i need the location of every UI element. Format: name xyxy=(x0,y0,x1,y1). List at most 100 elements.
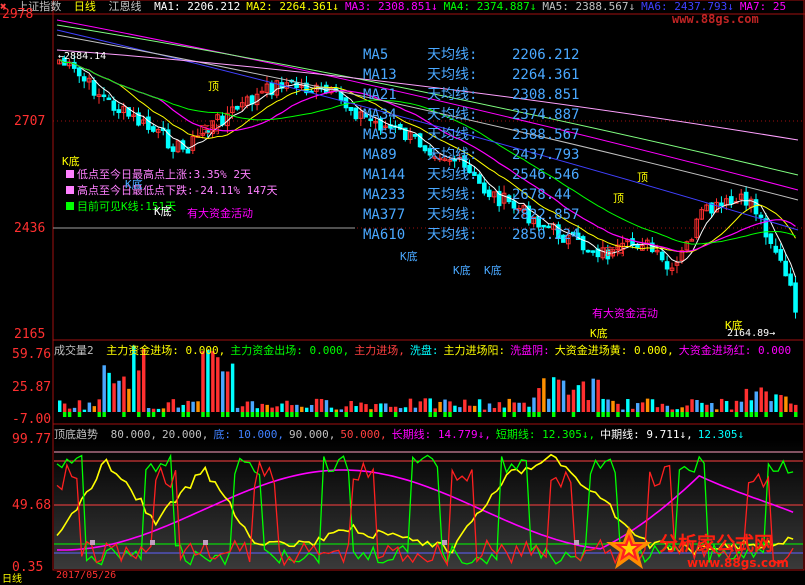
volume-bar xyxy=(739,401,744,412)
volume-bar xyxy=(552,377,556,412)
trend-marker xyxy=(442,540,447,545)
trend-panel-title[interactable]: 顶底趋势 xyxy=(54,428,98,441)
price-axis-upper: 2707 xyxy=(14,114,46,129)
candle-body xyxy=(116,109,122,114)
volume-bar xyxy=(305,407,309,412)
ma-row: MA13 天均线: 2264.361 xyxy=(363,65,579,85)
volume-flag xyxy=(146,412,151,417)
volume-bar xyxy=(344,406,348,412)
volume-bar xyxy=(201,351,205,412)
ma-name: MA34 xyxy=(363,107,397,123)
volume-bar xyxy=(388,406,393,412)
volume-flag xyxy=(275,412,279,417)
trend-panel-header: 顶底趋势 80.000, 20.000, 底: 10.000, 90.000, 50.0… xyxy=(54,426,749,442)
volume-bar xyxy=(744,388,749,412)
volume-flag xyxy=(250,412,255,417)
volume-bar xyxy=(675,409,679,412)
trend-marker xyxy=(203,540,208,545)
panel-legend-item: 洗盘阴: xyxy=(510,344,550,357)
volume-bar xyxy=(759,387,763,412)
volume-bar xyxy=(339,409,344,412)
panel-legend-item: 大资金进场黄: 0.000, xyxy=(554,344,674,357)
candle-body xyxy=(348,107,354,111)
footer-date: 2017/05/26 xyxy=(56,570,117,581)
candle-body xyxy=(778,249,784,261)
volume-bar xyxy=(216,357,220,412)
volume-bar xyxy=(635,403,640,412)
volume-bar xyxy=(492,407,497,412)
volume-bar xyxy=(235,407,240,412)
volume-bar xyxy=(487,403,492,412)
volume-bar xyxy=(754,391,758,412)
candle-body xyxy=(664,261,670,270)
volume-bar xyxy=(384,403,388,412)
volume-panel-title[interactable]: 成交量2 xyxy=(54,344,94,357)
panel-legend-item: 主力资金出场: 0.000, xyxy=(230,344,350,357)
volume-bar xyxy=(468,405,472,412)
volume-flag xyxy=(477,412,482,417)
volume-bar xyxy=(724,401,729,412)
volume-bar xyxy=(82,409,87,412)
volume-bar xyxy=(665,405,670,412)
panel-legend-item: 长期线: 14.779↓, xyxy=(391,428,491,441)
volume-flag xyxy=(314,412,319,417)
volume-bar xyxy=(62,403,67,412)
volume-bar xyxy=(512,402,516,412)
ma-value: 2850.224 xyxy=(512,227,580,243)
ma-row: MA610 天均线: 2850.224 xyxy=(363,225,579,245)
volume-flag xyxy=(97,412,101,417)
volume-bar xyxy=(250,401,255,412)
volume-bar xyxy=(275,406,279,412)
volume-bar xyxy=(586,400,591,412)
volume-bar xyxy=(117,380,121,412)
volume-bar xyxy=(255,408,260,412)
ma-value: 2374.887 xyxy=(512,107,580,123)
volume-panel-header: 成交量2 主力资金进场: 0.000, 主力资金出场: 0.000, 主力进场, 洗盘… xyxy=(54,342,796,358)
panel-legend-item: 主力进场, xyxy=(354,344,405,357)
legend-swatch-icon xyxy=(66,186,74,194)
ma-name: MA233 xyxy=(363,187,406,203)
volume-bar xyxy=(191,401,195,412)
stat-text: 高点至今日最低点下跌:-24.11% 147天 xyxy=(77,184,278,197)
panel-legend-item: 90.000, xyxy=(288,428,336,441)
inflow-marker: 有大资金活动 xyxy=(187,207,253,220)
volume-flag xyxy=(379,412,383,417)
volume-bar xyxy=(97,399,101,412)
volume-flag xyxy=(245,412,250,417)
volume-flag xyxy=(552,412,556,417)
volume-flag xyxy=(616,412,620,417)
volume-bar xyxy=(211,351,215,412)
panel-legend-item: 中期线: 9.711↓, xyxy=(600,428,693,441)
ma-desc: 天均线: xyxy=(427,167,478,183)
volume-flag xyxy=(344,412,348,417)
volume-bar xyxy=(329,407,334,412)
legend-swatch-icon xyxy=(66,202,74,210)
ma-name: MA144 xyxy=(363,167,406,183)
volume-bar xyxy=(290,405,294,412)
candle-body xyxy=(101,94,107,98)
volume-flag xyxy=(764,412,768,417)
volume-bar xyxy=(527,406,531,412)
volume-bar xyxy=(690,399,694,412)
footer-period[interactable]: 日线 xyxy=(2,570,22,585)
ma-value: 2388.567 xyxy=(512,127,580,143)
volume-bar xyxy=(715,409,719,412)
volume-bar xyxy=(705,404,709,412)
volume-flag xyxy=(744,412,749,417)
period-label[interactable]: 日线 xyxy=(74,0,96,13)
high-price-label: ←2884.14 xyxy=(58,51,107,62)
volume-flag xyxy=(680,412,684,417)
ma-value-list: MA5 天均线: 2206.212 MA13 天均线: 2264.361 MA21 天均线: 2… xyxy=(363,45,579,245)
indicator-label[interactable]: 江恩线 xyxy=(109,0,142,13)
volume-bar xyxy=(685,405,689,412)
volume-bar xyxy=(660,403,665,412)
ma-name: MA610 xyxy=(363,227,406,243)
price-axis-lower: 2436 xyxy=(14,221,46,236)
volume-bar xyxy=(354,406,358,412)
volume-bar xyxy=(102,365,106,412)
volume-bar xyxy=(670,409,674,412)
volume-bar xyxy=(171,399,176,412)
volume-bar xyxy=(645,398,650,412)
ma-header-item: MA5: 2388.567↓ xyxy=(542,0,636,13)
candle-body xyxy=(768,233,774,244)
